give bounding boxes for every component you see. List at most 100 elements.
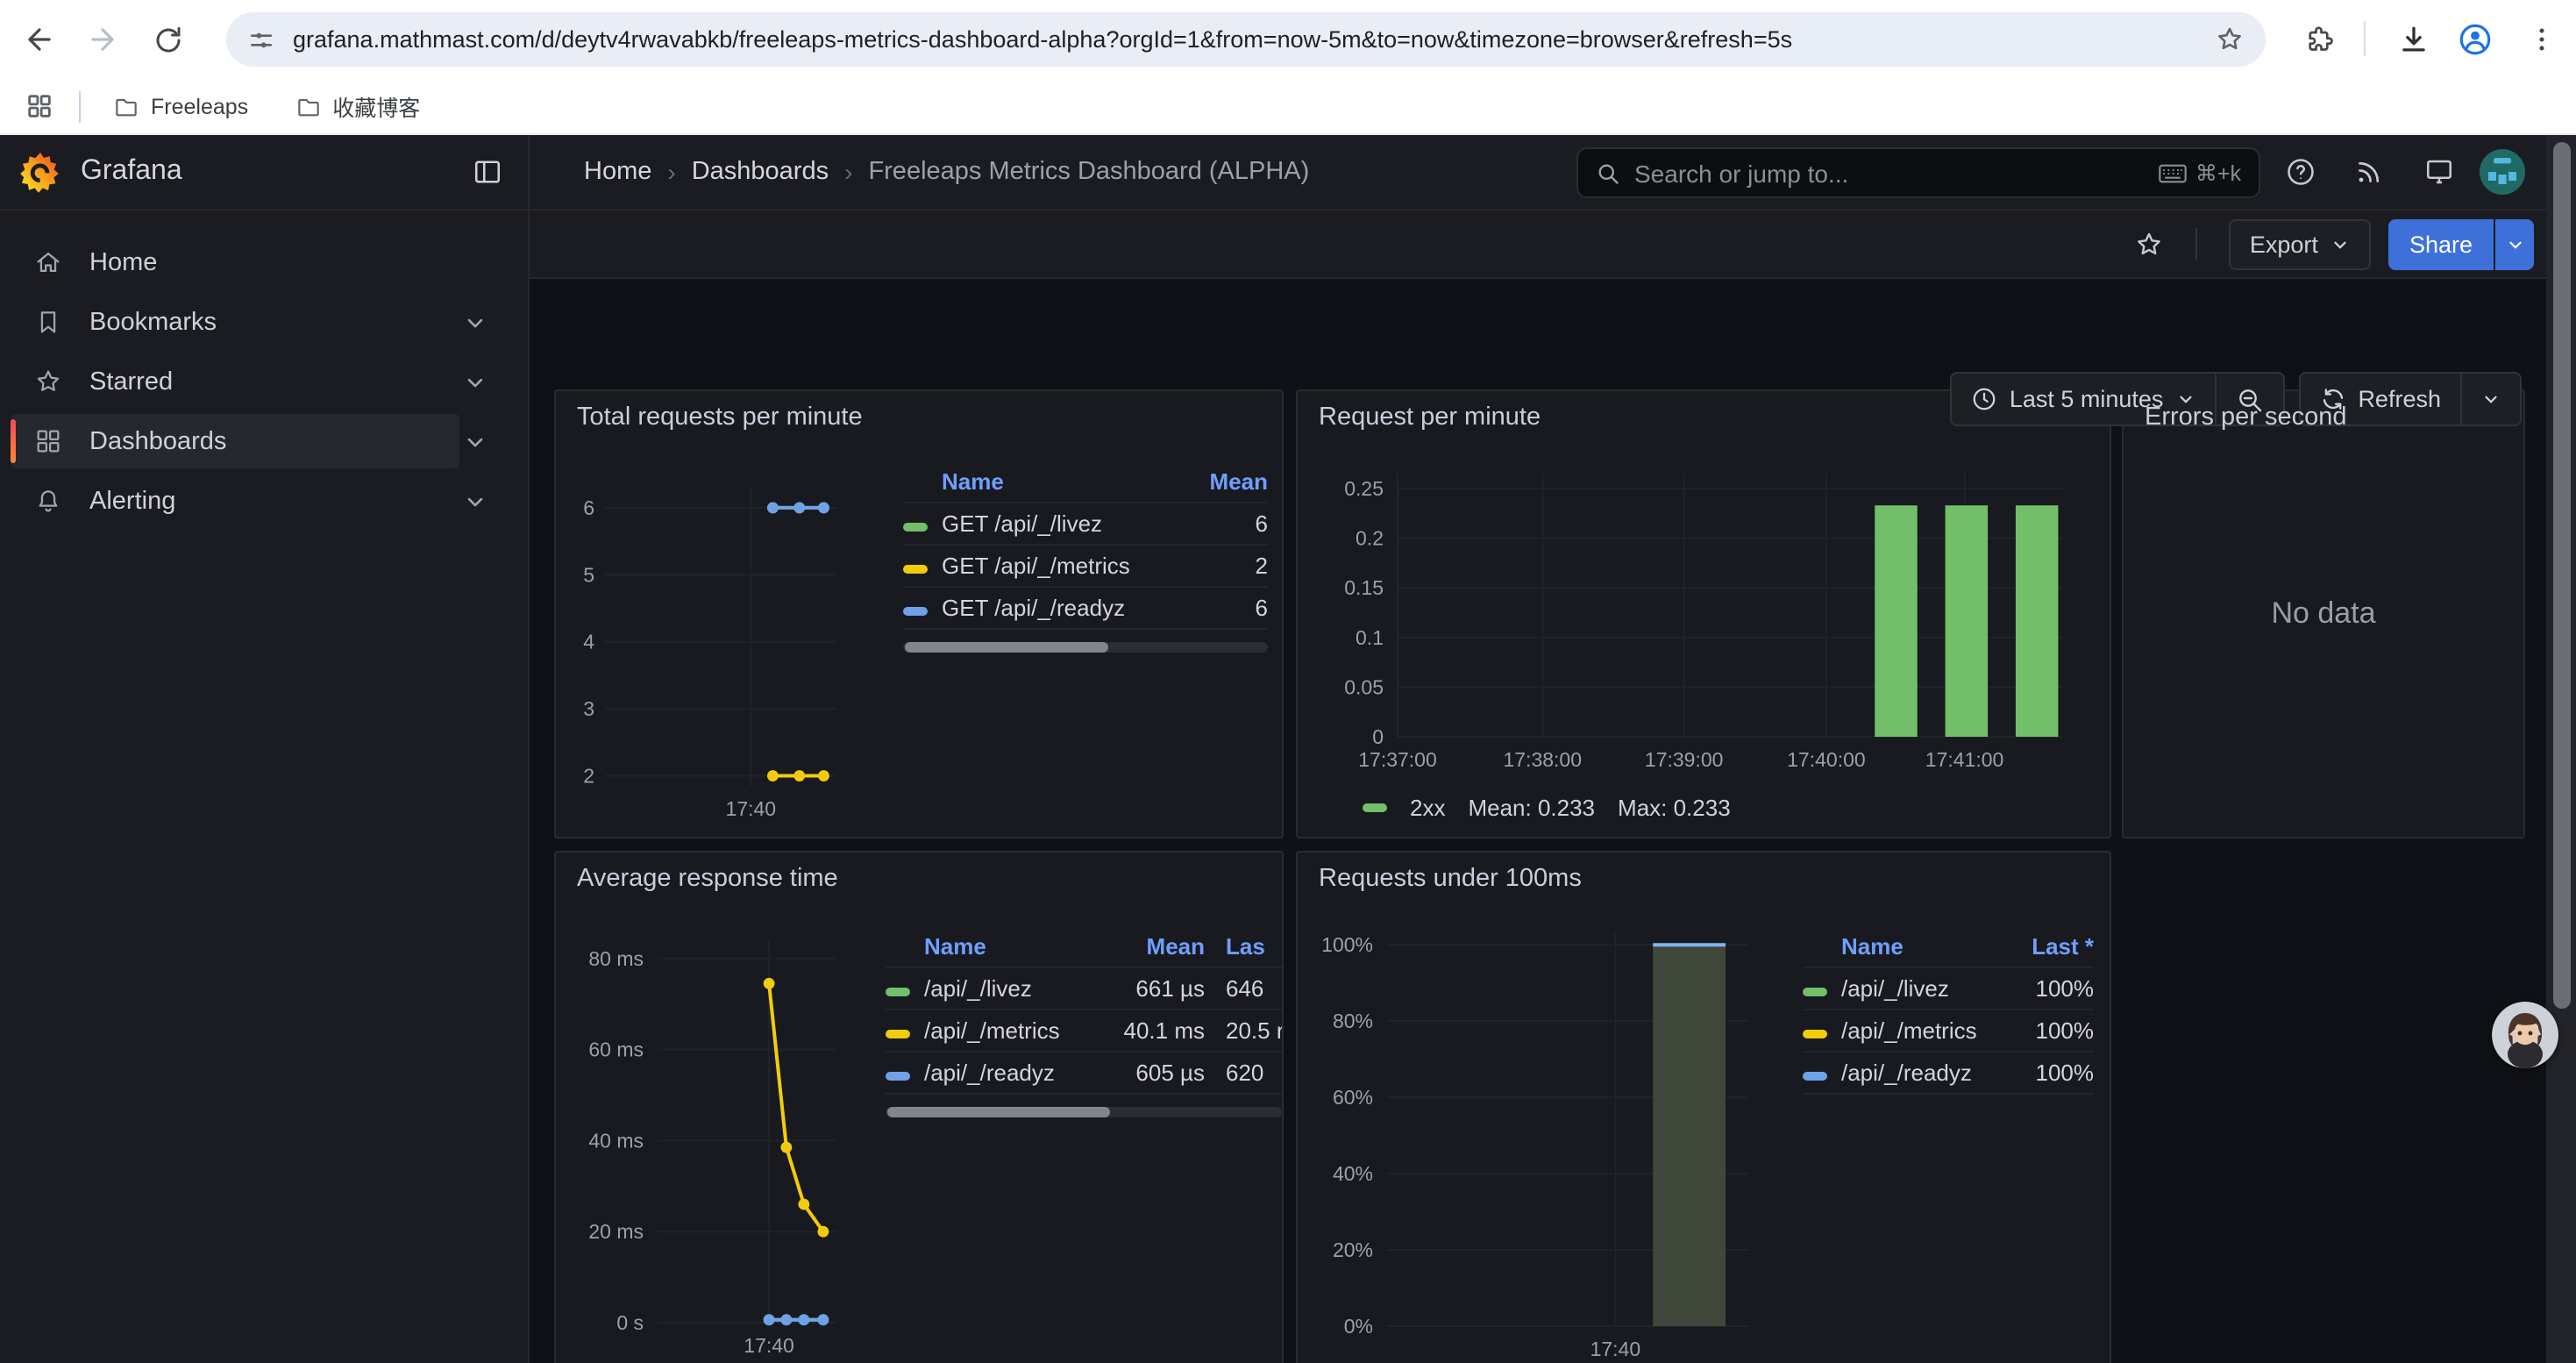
panel-total-requests-per-minute[interactable]: Total requests per minute 6543217:40Name…: [554, 389, 1284, 838]
address-bar[interactable]: grafana.mathmast.com/d/deytv4rwavabkb/fr…: [226, 12, 2266, 67]
no-data-label: No data: [2124, 391, 2523, 837]
legend-row[interactable]: /api/_/livez100%: [1803, 968, 2094, 1010]
breadcrumb-item[interactable]: Home: [584, 158, 651, 186]
legend-row[interactable]: /api/_/metrics100%: [1803, 1010, 2094, 1053]
sidebar-item-bookmarks[interactable]: Bookmarks: [11, 295, 459, 349]
chevron-down-icon: [2330, 234, 2350, 253]
panel-request-per-minute[interactable]: Request per minute 0.250.20.150.10.05017…: [1296, 389, 2111, 838]
extensions-button[interactable]: [2297, 18, 2341, 61]
legend-scrollbar-track[interactable]: [886, 1107, 1282, 1117]
chart-request-per-minute[interactable]: 0.250.20.150.10.05017:37:0017:38:0017:39…: [1298, 391, 2110, 837]
user-avatar-icon: [2480, 149, 2525, 195]
expand-chevron[interactable]: [463, 429, 487, 453]
series-color-swatch: [1363, 803, 1387, 812]
chart-errors-per-second[interactable]: No data: [2124, 391, 2523, 837]
legend-column-header: Mean: [1099, 933, 1205, 960]
url-text[interactable]: grafana.mathmast.com/d/deytv4rwavabkb/fr…: [293, 26, 2215, 53]
legend-row[interactable]: GET /api/_/readyz6: [903, 588, 1268, 630]
series-stat: Mean: 0.233: [1468, 795, 1595, 821]
news-button[interactable]: [2352, 154, 2387, 189]
legend-column-header: Name: [942, 468, 1198, 495]
forward-icon: [86, 23, 119, 56]
panel-requests-under-100ms[interactable]: Requests under 100ms 100%80%60%40%20%0%1…: [1296, 851, 2111, 1363]
bookmarks-bar: Freeleaps 收藏博客: [0, 79, 2576, 135]
svg-text:0 s: 0 s: [616, 1311, 644, 1334]
kiosk-mode-button[interactable]: [2422, 154, 2457, 189]
search-input[interactable]: Search or jump to... ⌘+k: [1576, 147, 2260, 198]
series-color-swatch: [903, 510, 942, 537]
share-menu-button[interactable]: [2495, 218, 2534, 269]
forward-button[interactable]: [81, 18, 125, 61]
apps-grid-button[interactable]: [18, 84, 61, 128]
sidebar-item-alerting[interactable]: Alerting: [11, 474, 459, 528]
legend-row[interactable]: /api/_/readyz605 µs620: [886, 1053, 1282, 1095]
bookmark-item[interactable]: 收藏博客: [280, 82, 434, 130]
rss-icon: [2353, 156, 2385, 188]
legend-header-row[interactable]: NameMeanLas: [886, 926, 1282, 968]
svg-text:60%: 60%: [1333, 1086, 1373, 1109]
sidebar-item-starred[interactable]: Starred: [11, 354, 459, 409]
series-color-swatch: [903, 553, 942, 579]
grafana-logo[interactable]: [19, 151, 61, 196]
legend-cell: 646: [1205, 975, 1282, 1002]
legend-scrollbar-track[interactable]: [903, 642, 1268, 653]
legend-cell: 40.1 ms: [1099, 1017, 1205, 1044]
svg-text:17:40: 17:40: [1590, 1338, 1641, 1360]
chart-average-response-time[interactable]: 80 ms60 ms40 ms20 ms0 s17:40NameMeanLas/…: [556, 853, 1282, 1363]
panel-average-response-time[interactable]: Average response time 80 ms60 ms40 ms20 …: [554, 851, 1284, 1363]
export-button[interactable]: Export: [2229, 218, 2371, 269]
panel-title[interactable]: Average response time: [577, 865, 838, 893]
legend-row[interactable]: GET /api/_/livez6: [903, 503, 1268, 546]
panel-title[interactable]: Errors per second: [2145, 403, 2347, 432]
refresh-interval-button[interactable]: [2460, 374, 2520, 425]
page-scrollbar-track[interactable]: [2546, 135, 2576, 1363]
back-button[interactable]: [18, 18, 61, 61]
panel-errors-per-second[interactable]: Errors per second No data: [2122, 389, 2525, 838]
expand-chevron[interactable]: [463, 310, 487, 334]
expand-chevron[interactable]: [463, 489, 487, 513]
breadcrumb-item[interactable]: Dashboards: [692, 158, 829, 186]
sidebar-item-dashboards[interactable]: Dashboards: [11, 414, 459, 468]
bookmark-item[interactable]: Freeleaps: [98, 85, 262, 127]
toolbar-divider: [2364, 21, 2366, 56]
legend-row[interactable]: GET /api/_/metrics2: [903, 546, 1268, 588]
assistant-avatar-icon: [2492, 1002, 2558, 1068]
legend-row[interactable]: /api/_/metrics40.1 ms20.5 r: [886, 1010, 1282, 1053]
favorite-star-button[interactable]: [2134, 229, 2164, 259]
sidebar-item-home[interactable]: Home: [11, 235, 459, 289]
share-button[interactable]: Share: [2388, 218, 2494, 269]
legend-cell: 6: [1198, 510, 1268, 537]
legend-inline[interactable]: 2xxMean: 0.233Max: 0.233: [1363, 795, 1731, 821]
mega-menu-toggle[interactable]: [470, 154, 505, 189]
sidebar: Home Bookmarks Starred Dashboards Alerti…: [0, 211, 528, 1363]
profile-button[interactable]: [2453, 18, 2497, 61]
panel-title[interactable]: Requests under 100ms: [1319, 865, 1582, 893]
site-settings-icon[interactable]: [247, 25, 275, 54]
brand-title[interactable]: Grafana: [81, 156, 182, 188]
chart-requests-under-100ms[interactable]: 100%80%60%40%20%0%17:40NameLast */api/_/…: [1298, 853, 2110, 1363]
legend-header-row[interactable]: NameLast *: [1803, 926, 2094, 968]
floating-assistant-avatar[interactable]: [2492, 1002, 2558, 1068]
svg-text:3: 3: [583, 697, 594, 720]
user-avatar[interactable]: [2480, 149, 2525, 195]
bookmark-icon: [33, 307, 63, 337]
panel-title[interactable]: Request per minute: [1319, 403, 1541, 432]
browser-menu-button[interactable]: [2520, 18, 2564, 61]
reload-button[interactable]: [146, 18, 189, 61]
legend-row[interactable]: /api/_/readyz100%: [1803, 1053, 2094, 1095]
grafana-app: Grafana Home›Dashboards›Freeleaps Metric…: [0, 135, 2576, 1363]
legend-cell: /api/_/livez: [1841, 975, 1996, 1002]
legend-scrollbar-thumb[interactable]: [887, 1107, 1109, 1117]
downloads-button[interactable]: [2392, 18, 2436, 61]
help-button[interactable]: [2283, 154, 2318, 189]
legend-scrollbar-thumb[interactable]: [905, 642, 1109, 653]
legend-cell: GET /api/_/metrics: [942, 553, 1198, 579]
page-scrollbar-thumb[interactable]: [2552, 142, 2570, 1009]
panel-title[interactable]: Total requests per minute: [577, 403, 863, 432]
expand-chevron[interactable]: [463, 369, 487, 394]
svg-text:0.05: 0.05: [1344, 675, 1384, 698]
bookmark-star-icon[interactable]: [2215, 25, 2245, 54]
legend-row[interactable]: /api/_/livez661 µs646: [886, 968, 1282, 1010]
legend-header-row[interactable]: NameMean: [903, 461, 1268, 503]
chart-total-requests[interactable]: 6543217:40NameMeanGET /api/_/livez6GET /…: [556, 391, 1282, 837]
